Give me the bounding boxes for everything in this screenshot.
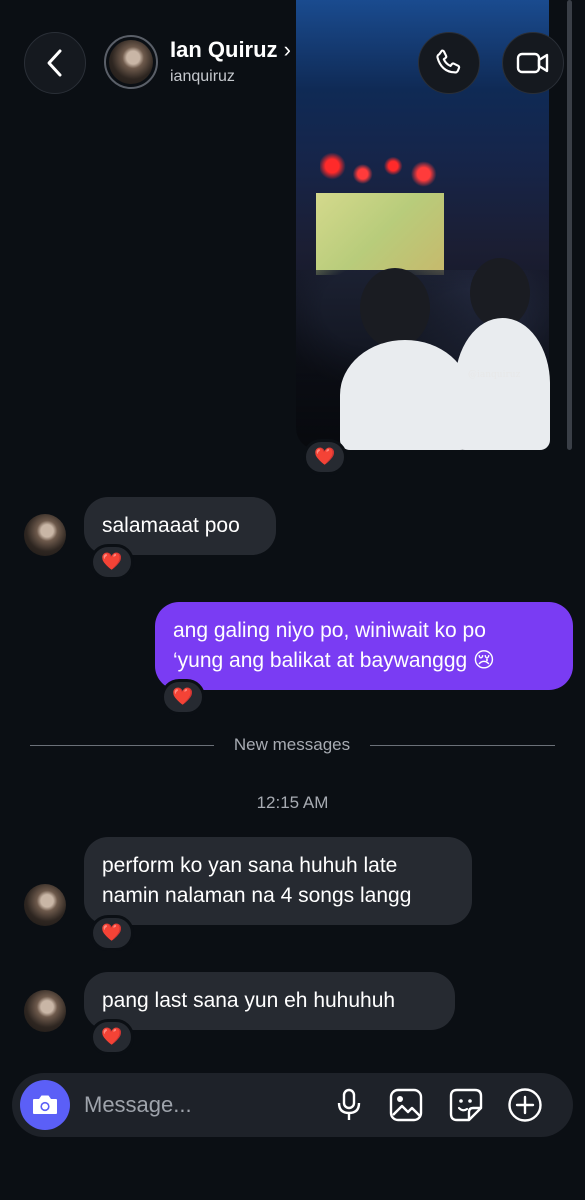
photo-watermark: @ianquiruz — [468, 370, 521, 380]
message-text-line: ‘yung ang balikat at baywanggg 😢 — [173, 649, 495, 672]
message-reaction[interactable]: ❤️ — [90, 1019, 134, 1055]
message-text: salamaaat poo — [102, 514, 240, 537]
message-timestamp: 12:15 AM — [256, 793, 329, 812]
message-text-line: namin nalaman na 4 songs langg — [102, 884, 412, 907]
heart-icon: ❤️ — [314, 447, 336, 466]
heart-icon: ❤️ — [172, 687, 194, 706]
video-camera-icon — [516, 52, 549, 74]
message-text: pang last sana yun eh huhuhuh — [102, 989, 396, 1012]
voice-message-button[interactable] — [331, 1087, 367, 1123]
stage-screen — [316, 193, 444, 275]
person-shirt — [455, 318, 550, 450]
message-reaction[interactable]: ❤️ — [90, 915, 134, 951]
profile-title[interactable]: Ian Quiruz › — [170, 37, 291, 63]
person-shirt — [340, 340, 470, 450]
heart-icon: ❤️ — [101, 552, 123, 571]
contact-name: Ian Quiruz — [170, 37, 278, 62]
chevron-left-icon — [47, 49, 62, 77]
message-text-line: perform ko yan sana huhuh late — [102, 854, 398, 877]
avatar-image — [109, 40, 153, 84]
photo-reaction[interactable]: ❤️ — [303, 439, 347, 475]
sender-avatar[interactable] — [24, 514, 66, 556]
heart-icon: ❤️ — [101, 1027, 123, 1046]
gallery-button[interactable] — [388, 1087, 424, 1123]
back-button[interactable] — [24, 32, 86, 94]
audio-call-button[interactable] — [418, 32, 480, 94]
phone-icon — [436, 49, 461, 74]
video-call-button[interactable] — [502, 32, 564, 94]
message-input[interactable]: Message... — [84, 1092, 192, 1118]
sticker-icon — [449, 1088, 483, 1122]
message-bubble-outgoing[interactable]: ang galing niyo po, winiwait ko po ‘yung… — [155, 602, 573, 690]
image-icon — [389, 1088, 423, 1122]
plus-circle-icon — [508, 1088, 542, 1122]
divider-line-right — [370, 745, 555, 746]
camera-button[interactable] — [20, 1080, 70, 1130]
chevron-right-icon: › — [283, 37, 291, 62]
new-messages-label: New messages — [233, 735, 351, 754]
scrollbar[interactable] — [567, 0, 572, 450]
divider-line-left — [30, 745, 214, 746]
message-bubble-incoming[interactable]: perform ko yan sana huhuh late namin nal… — [84, 837, 472, 925]
camera-icon — [33, 1095, 57, 1114]
sender-avatar[interactable] — [24, 990, 66, 1032]
message-text-line: ang galing niyo po, winiwait ko po — [173, 619, 486, 642]
more-options-button[interactable] — [507, 1087, 543, 1123]
sticker-button[interactable] — [448, 1087, 484, 1123]
sender-avatar[interactable] — [24, 884, 66, 926]
profile-avatar[interactable] — [104, 35, 158, 89]
person-head — [360, 268, 430, 348]
contact-username: ianquiruz — [170, 68, 235, 85]
microphone-icon — [337, 1088, 361, 1120]
message-reaction[interactable]: ❤️ — [90, 544, 134, 580]
heart-icon: ❤️ — [101, 923, 123, 942]
message-bubble-incoming[interactable]: pang last sana yun eh huhuhuh — [84, 972, 455, 1030]
stage-lights — [320, 150, 442, 190]
message-reaction[interactable]: ❤️ — [161, 679, 205, 715]
